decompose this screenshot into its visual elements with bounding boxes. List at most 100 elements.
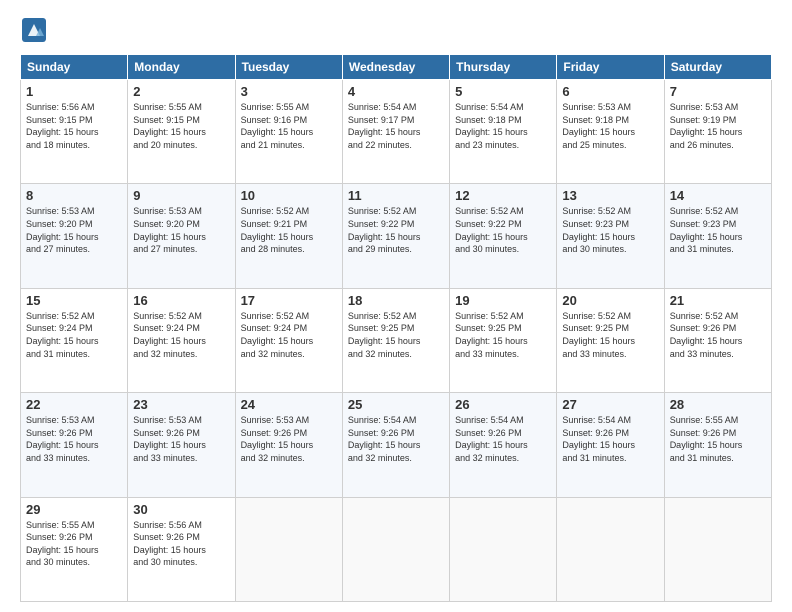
- calendar-cell: 7 Sunrise: 5:53 AM Sunset: 9:19 PM Daylig…: [664, 80, 771, 184]
- day-info: Sunrise: 5:53 AM Sunset: 9:18 PM Dayligh…: [562, 101, 658, 151]
- calendar-cell: 2Sunrise: 5:55 AM Sunset: 9:15 PM Daylig…: [128, 80, 235, 184]
- calendar-cell: 3 Sunrise: 5:55 AM Sunset: 9:16 PM Daylig…: [235, 80, 342, 184]
- weekday-header-friday: Friday: [557, 55, 664, 80]
- day-number: 28: [670, 397, 766, 412]
- calendar-cell: [235, 497, 342, 601]
- day-number: 7: [670, 84, 766, 99]
- calendar-table: SundayMondayTuesdayWednesdayThursdayFrid…: [20, 54, 772, 602]
- day-info: Sunrise: 5:54 AM Sunset: 9:26 PM Dayligh…: [455, 414, 551, 464]
- day-number: 29: [26, 502, 122, 517]
- calendar-cell: 26 Sunrise: 5:54 AM Sunset: 9:26 PM Dayli…: [450, 393, 557, 497]
- weekday-header-saturday: Saturday: [664, 55, 771, 80]
- calendar-cell: 24Sunrise: 5:53 AM Sunset: 9:26 PM Dayli…: [235, 393, 342, 497]
- calendar-cell: [664, 497, 771, 601]
- day-info: Sunrise: 5:52 AM Sunset: 9:24 PM Dayligh…: [241, 310, 337, 360]
- day-info: Sunrise: 5:54 AM Sunset: 9:17 PM Dayligh…: [348, 101, 444, 151]
- day-number: 10: [241, 188, 337, 203]
- day-info: Sunrise: 5:54 AM Sunset: 9:26 PM Dayligh…: [562, 414, 658, 464]
- calendar-week-row: 29Sunrise: 5:55 AM Sunset: 9:26 PM Dayli…: [21, 497, 772, 601]
- day-info: Sunrise: 5:52 AM Sunset: 9:22 PM Dayligh…: [348, 205, 444, 255]
- calendar-cell: 28 Sunrise: 5:55 AM Sunset: 9:26 PM Dayli…: [664, 393, 771, 497]
- day-number: 13: [562, 188, 658, 203]
- day-info: Sunrise: 5:54 AM Sunset: 9:26 PM Dayligh…: [348, 414, 444, 464]
- calendar-cell: 16 Sunrise: 5:52 AM Sunset: 9:24 PM Dayli…: [128, 288, 235, 392]
- day-number: 5: [455, 84, 551, 99]
- day-number: 25: [348, 397, 444, 412]
- calendar-week-row: 22 Sunrise: 5:53 AM Sunset: 9:26 PM Dayli…: [21, 393, 772, 497]
- day-info: Sunrise: 5:53 AM Sunset: 9:26 PM Dayligh…: [241, 414, 337, 464]
- calendar-week-row: 1 Sunrise: 5:56 AM Sunset: 9:15 PM Daylig…: [21, 80, 772, 184]
- day-number: 6: [562, 84, 658, 99]
- calendar-cell: 1 Sunrise: 5:56 AM Sunset: 9:15 PM Daylig…: [21, 80, 128, 184]
- calendar-cell: [450, 497, 557, 601]
- calendar-cell: 10 Sunrise: 5:52 AM Sunset: 9:21 PM Dayli…: [235, 184, 342, 288]
- calendar-cell: 6 Sunrise: 5:53 AM Sunset: 9:18 PM Daylig…: [557, 80, 664, 184]
- day-info: Sunrise: 5:52 AM Sunset: 9:23 PM Dayligh…: [670, 205, 766, 255]
- day-number: 12: [455, 188, 551, 203]
- calendar-cell: 30 Sunrise: 5:56 AM Sunset: 9:26 PM Dayli…: [128, 497, 235, 601]
- day-info: Sunrise: 5:52 AM Sunset: 9:25 PM Dayligh…: [562, 310, 658, 360]
- day-number: 14: [670, 188, 766, 203]
- weekday-header-monday: Monday: [128, 55, 235, 80]
- calendar-cell: 21Sunrise: 5:52 AM Sunset: 9:26 PM Dayli…: [664, 288, 771, 392]
- day-info: Sunrise: 5:54 AM Sunset: 9:18 PM Dayligh…: [455, 101, 551, 151]
- day-info: Sunrise: 5:55 AM Sunset: 9:15 PM Dayligh…: [133, 101, 229, 151]
- calendar-cell: 23 Sunrise: 5:53 AM Sunset: 9:26 PM Dayli…: [128, 393, 235, 497]
- day-number: 3: [241, 84, 337, 99]
- day-info: Sunrise: 5:52 AM Sunset: 9:22 PM Dayligh…: [455, 205, 551, 255]
- weekday-header-sunday: Sunday: [21, 55, 128, 80]
- calendar-page: SundayMondayTuesdayWednesdayThursdayFrid…: [0, 0, 792, 612]
- calendar-week-row: 15Sunrise: 5:52 AM Sunset: 9:24 PM Dayli…: [21, 288, 772, 392]
- logo-icon: [20, 16, 48, 44]
- day-info: Sunrise: 5:52 AM Sunset: 9:24 PM Dayligh…: [133, 310, 229, 360]
- day-number: 20: [562, 293, 658, 308]
- day-info: Sunrise: 5:52 AM Sunset: 9:24 PM Dayligh…: [26, 310, 122, 360]
- day-number: 27: [562, 397, 658, 412]
- calendar-cell: 27 Sunrise: 5:54 AM Sunset: 9:26 PM Dayli…: [557, 393, 664, 497]
- calendar-cell: 25 Sunrise: 5:54 AM Sunset: 9:26 PM Dayli…: [342, 393, 449, 497]
- day-number: 30: [133, 502, 229, 517]
- day-info: Sunrise: 5:53 AM Sunset: 9:20 PM Dayligh…: [133, 205, 229, 255]
- day-number: 26: [455, 397, 551, 412]
- day-info: Sunrise: 5:52 AM Sunset: 9:21 PM Dayligh…: [241, 205, 337, 255]
- calendar-cell: 8Sunrise: 5:53 AM Sunset: 9:20 PM Daylig…: [21, 184, 128, 288]
- calendar-cell: 11Sunrise: 5:52 AM Sunset: 9:22 PM Dayli…: [342, 184, 449, 288]
- calendar-cell: 15Sunrise: 5:52 AM Sunset: 9:24 PM Dayli…: [21, 288, 128, 392]
- calendar-cell: 5 Sunrise: 5:54 AM Sunset: 9:18 PM Daylig…: [450, 80, 557, 184]
- day-number: 18: [348, 293, 444, 308]
- day-number: 19: [455, 293, 551, 308]
- weekday-header-wednesday: Wednesday: [342, 55, 449, 80]
- day-number: 17: [241, 293, 337, 308]
- day-info: Sunrise: 5:56 AM Sunset: 9:26 PM Dayligh…: [133, 519, 229, 569]
- day-info: Sunrise: 5:56 AM Sunset: 9:15 PM Dayligh…: [26, 101, 122, 151]
- calendar-cell: 13Sunrise: 5:52 AM Sunset: 9:23 PM Dayli…: [557, 184, 664, 288]
- day-info: Sunrise: 5:55 AM Sunset: 9:16 PM Dayligh…: [241, 101, 337, 151]
- day-info: Sunrise: 5:53 AM Sunset: 9:26 PM Dayligh…: [26, 414, 122, 464]
- day-number: 16: [133, 293, 229, 308]
- calendar-cell: 9Sunrise: 5:53 AM Sunset: 9:20 PM Daylig…: [128, 184, 235, 288]
- day-number: 1: [26, 84, 122, 99]
- day-info: Sunrise: 5:53 AM Sunset: 9:26 PM Dayligh…: [133, 414, 229, 464]
- calendar-cell: 17 Sunrise: 5:52 AM Sunset: 9:24 PM Dayli…: [235, 288, 342, 392]
- weekday-header-tuesday: Tuesday: [235, 55, 342, 80]
- day-info: Sunrise: 5:55 AM Sunset: 9:26 PM Dayligh…: [670, 414, 766, 464]
- calendar-cell: 4 Sunrise: 5:54 AM Sunset: 9:17 PM Daylig…: [342, 80, 449, 184]
- calendar-cell: 29Sunrise: 5:55 AM Sunset: 9:26 PM Dayli…: [21, 497, 128, 601]
- logo: [20, 16, 52, 44]
- calendar-cell: 19 Sunrise: 5:52 AM Sunset: 9:25 PM Dayli…: [450, 288, 557, 392]
- weekday-header-row: SundayMondayTuesdayWednesdayThursdayFrid…: [21, 55, 772, 80]
- day-number: 22: [26, 397, 122, 412]
- calendar-cell: [342, 497, 449, 601]
- day-info: Sunrise: 5:53 AM Sunset: 9:19 PM Dayligh…: [670, 101, 766, 151]
- day-number: 23: [133, 397, 229, 412]
- calendar-week-row: 8Sunrise: 5:53 AM Sunset: 9:20 PM Daylig…: [21, 184, 772, 288]
- calendar-cell: 22 Sunrise: 5:53 AM Sunset: 9:26 PM Dayli…: [21, 393, 128, 497]
- day-info: Sunrise: 5:53 AM Sunset: 9:20 PM Dayligh…: [26, 205, 122, 255]
- day-number: 4: [348, 84, 444, 99]
- day-info: Sunrise: 5:52 AM Sunset: 9:25 PM Dayligh…: [348, 310, 444, 360]
- day-info: Sunrise: 5:52 AM Sunset: 9:25 PM Dayligh…: [455, 310, 551, 360]
- calendar-cell: 18 Sunrise: 5:52 AM Sunset: 9:25 PM Dayli…: [342, 288, 449, 392]
- weekday-header-thursday: Thursday: [450, 55, 557, 80]
- calendar-cell: 12 Sunrise: 5:52 AM Sunset: 9:22 PM Dayli…: [450, 184, 557, 288]
- calendar-cell: [557, 497, 664, 601]
